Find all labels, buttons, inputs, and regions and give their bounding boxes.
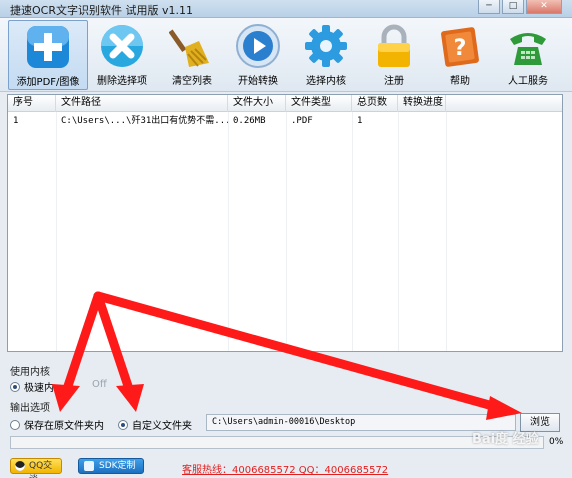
window-controls: ─ □ ✕ (478, 0, 562, 14)
qq-chat-button[interactable]: QQ交谈 (10, 458, 62, 478)
phone-icon (510, 33, 546, 65)
output-section-label: 输出选项 (10, 403, 50, 414)
title-bar: 捷速OCR文字识别软件 试用版 v1.11 ─ □ ✕ (0, 0, 572, 18)
delete-x-icon (101, 25, 143, 67)
cell-pages: 1 (357, 116, 363, 126)
footer-bar: QQ交谈 SDK定制 客服热线：4006685572 QQ：4006685572 (0, 454, 572, 478)
minimize-button[interactable]: ─ (478, 0, 500, 14)
delete-selected-label: 删除选择项 (97, 76, 147, 87)
cell-index: 1 (13, 116, 19, 126)
service-hotline-link[interactable]: 客服热线：4006685572 QQ：4006685572 (182, 461, 388, 476)
play-icon (236, 24, 280, 68)
human-service-label: 人工服务 (508, 76, 548, 87)
cell-progress (398, 113, 446, 129)
lock-icon (378, 24, 410, 67)
engine-fast-label: 极速内 (24, 383, 54, 394)
cell-type: .PDF (291, 116, 313, 126)
sdk-custom-button[interactable]: SDK定制 (78, 458, 144, 474)
add-pdf-image-label: 添加PDF/图像 (16, 77, 80, 88)
table-row[interactable]: 1 C:\Users\...\歼31出口有优势不需... 0.26MB .PDF… (8, 113, 562, 129)
save-source-folder-label: 保存在原文件夹内 (24, 421, 104, 432)
conversion-progress-bar (10, 436, 544, 449)
col-index-header[interactable]: 序号 (8, 95, 56, 112)
col-progress-header[interactable]: 转换进度 (398, 95, 446, 112)
close-button[interactable]: ✕ (526, 0, 562, 14)
toolbar: 添加PDF/图像 删除选择项 清空列表 开始转换 选择内核 注册 ? 帮助 人工… (0, 18, 572, 92)
engine-fast-radio[interactable]: 极速内 (10, 379, 54, 394)
progress-percent: 0% (549, 437, 564, 447)
delete-selected-button[interactable]: 删除选择项 (82, 20, 162, 90)
custom-folder-label: 自定义文件夹 (132, 421, 192, 432)
engine-off-option[interactable]: Off (92, 379, 107, 390)
svg-text:?: ? (454, 36, 467, 61)
broom-icon (169, 29, 209, 67)
table-header: 序号 文件路径 文件大小 文件类型 总页数 转换进度 (8, 95, 562, 112)
add-plus-icon (27, 26, 69, 68)
human-service-button[interactable]: 人工服务 (488, 20, 568, 90)
window-title: 捷速OCR文字识别软件 试用版 v1.11 (10, 4, 193, 17)
cell-path: C:\Users\...\歼31出口有优势不需... (61, 116, 228, 126)
add-pdf-image-button[interactable]: 添加PDF/图像 (8, 20, 88, 90)
gear-icon (305, 25, 347, 67)
radio-unselected-icon (10, 419, 20, 430)
file-list-table[interactable]: 序号 文件路径 文件大小 文件类型 总页数 转换进度 1 C:\Users\..… (7, 94, 563, 352)
radio-selected-icon (118, 419, 128, 430)
save-source-folder-radio[interactable]: 保存在原文件夹内 (10, 417, 104, 432)
output-path-field[interactable]: C:\Users\admin-00016\Desktop (206, 414, 516, 431)
maximize-button[interactable]: □ (502, 0, 524, 14)
cell-size: 0.26MB (233, 116, 266, 126)
custom-folder-radio[interactable]: 自定义文件夹 (118, 417, 192, 432)
engine-off-label: Off (92, 379, 107, 390)
arrowhead-save-source (52, 384, 80, 412)
baidu-watermark: Bai度 经验 (472, 432, 539, 447)
help-book-icon: ? (441, 27, 479, 67)
arrowhead-custom-folder (116, 384, 144, 412)
radio-selected-icon (10, 381, 20, 392)
col-path-header[interactable]: 文件路径 (56, 95, 228, 112)
col-size-header[interactable]: 文件大小 (228, 95, 286, 112)
col-type-header[interactable]: 文件类型 (286, 95, 352, 112)
engine-section-label: 使用内核 (10, 367, 50, 378)
col-pages-header[interactable]: 总页数 (352, 95, 398, 112)
